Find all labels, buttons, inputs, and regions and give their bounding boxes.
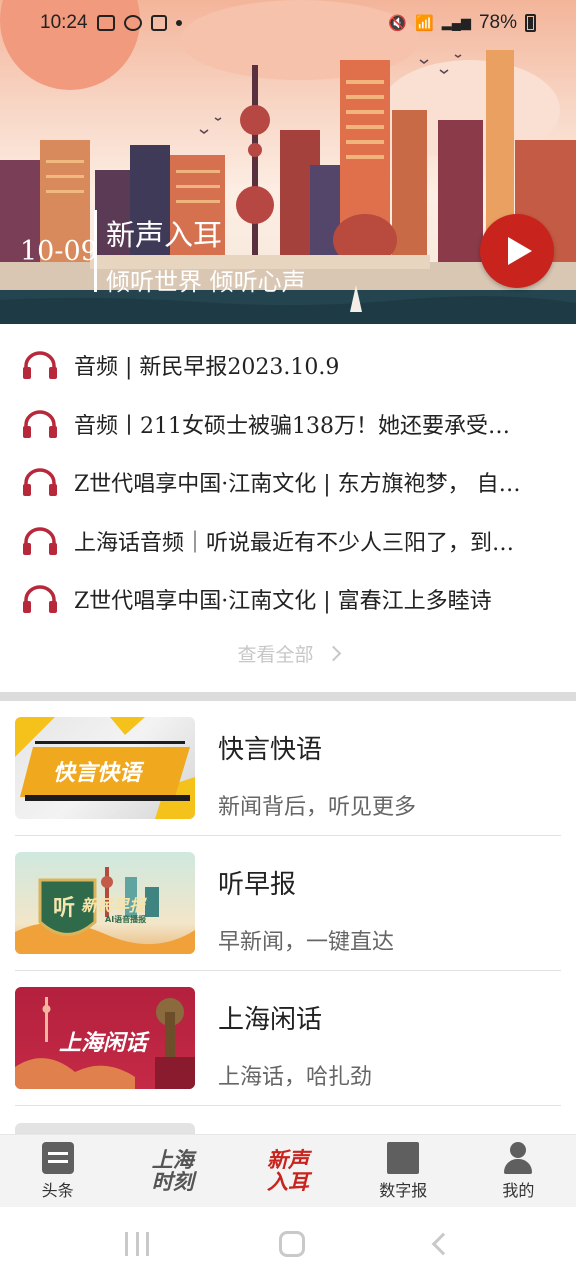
tab-label: 头条 [41,1182,74,1200]
car-icon [150,15,167,31]
channel-thumbnail: 上海闲话 [15,987,195,1089]
tab-label: 我的 [502,1182,535,1200]
list-item[interactable]: Z世代唱享中国·江南文化 | 东方旗袍梦， 自… [0,453,576,512]
view-all-link[interactable]: 查看全部 [0,640,576,667]
banner[interactable]: 10-09 新声入耳 倾听世界 倾听心声 [0,0,576,324]
channel-title: 上海闲话 [218,1005,323,1035]
battery-text: 78% [478,12,517,33]
channel-thumbnail: 快言快语 [15,717,195,819]
channel-thumbnail: 听 新民早报 AI语音播报 [15,852,195,954]
list-item[interactable]: Z世代唱享中国·江南文化 | 富春江上多睦诗 [0,570,576,629]
thumbnail-label: 上海闲话 [59,1031,148,1056]
signal-icon: ▂▄▆ [441,15,471,30]
list-item-title: Z世代唱享中国·江南文化 | 富春江上多睦诗 [74,589,492,615]
chevron-right-icon [325,645,341,662]
cloud-icon [123,15,142,31]
recent-apps-button[interactable] [125,1231,149,1256]
status-bar: 10:24 🔇 📶 ▂▄▆ 78% [0,0,576,46]
tab-new-voice[interactable]: 新声 入耳 [230,1135,345,1207]
channel-item[interactable]: 快言快语 快言快语 新闻背后，听见更多 [15,701,561,836]
bottom-nav: 头条 上海 时刻 新声 入耳 数字报 我的 [0,1134,576,1207]
channel-subtitle: 上海话，哈扎劲 [218,1065,373,1090]
new-voice-logo: 新声 入耳 [267,1147,309,1194]
play-icon [508,237,532,265]
channel-item[interactable]: 上海闲话 上海闲话 上海话，哈扎劲 [15,971,561,1106]
list-item[interactable]: 上海话音频｜听说最近有不少人三阳了，到… [0,512,576,571]
tab-shanghai-moment[interactable]: 上海 时刻 [115,1135,230,1207]
user-icon [502,1141,534,1174]
channel-item[interactable]: 听 新民早报 AI语音播报 听早报 早新闻，一键直达 [15,836,561,971]
news-list-icon [41,1141,74,1174]
list-item-title: 音频 | 新民早报2023.10.9 [74,355,340,381]
headphones-icon [23,527,57,555]
list-item[interactable]: 音频丨211女硕士被骗138万！她还要承受… [0,395,576,454]
banner-subtitle: 倾听世界 倾听心声 [106,268,306,296]
thumbnail-label: 快言快语 [53,761,142,786]
status-time: 10:24 [40,12,88,33]
tab-headlines[interactable]: 头条 [0,1135,115,1207]
banner-date: 10-09 [20,236,98,267]
thumbnail-small-label: AI语音播报 [105,915,147,924]
headphones-icon [23,468,57,497]
list-item-title: 上海话音频｜听说最近有不少人三阳了，到… [74,530,515,556]
home-button[interactable] [279,1230,305,1257]
system-nav-bar [0,1207,576,1280]
tab-label: 数字报 [379,1182,428,1200]
thumbnail-label: 新民早报 [81,896,146,915]
dot-icon [175,20,182,26]
channel-title: 听早报 [218,870,297,900]
wifi-icon: 📶 [415,15,434,32]
headphones-icon [23,410,57,438]
list-item-title: 音频丨211女硕士被骗138万！她还要承受… [74,413,510,439]
view-all-label: 查看全部 [237,644,314,666]
back-button[interactable] [431,1232,455,1255]
banner-divider [94,210,97,292]
channel-subtitle: 早新闻，一键直达 [218,930,395,955]
shanghai-moment-logo: 上海 时刻 [151,1147,194,1194]
play-button[interactable] [480,214,554,288]
section-divider [0,692,576,701]
audio-list: 音频 | 新民早报2023.10.9 音频丨211女硕士被骗138万！她还要承受… [0,336,576,629]
list-item-title: Z世代唱享中国·江南文化 | 东方旗袍梦， 自… [74,472,521,498]
tab-me[interactable]: 我的 [461,1135,576,1207]
digital-paper-icon [387,1141,420,1174]
battery-icon [525,14,536,32]
tab-digital-paper[interactable]: 数字报 [346,1135,461,1207]
gallery-icon [96,15,115,31]
channel-subtitle: 新闻背后，听见更多 [218,795,417,820]
headphones-icon [23,585,57,614]
channel-title: 快言快语 [218,735,323,765]
headphones-icon [23,351,57,380]
list-item[interactable]: 音频 | 新民早报2023.10.9 [0,336,576,395]
thumbnail-badge: 听 [53,896,76,921]
banner-title: 新声入耳 [106,218,223,252]
mute-icon: 🔇 [388,15,408,32]
